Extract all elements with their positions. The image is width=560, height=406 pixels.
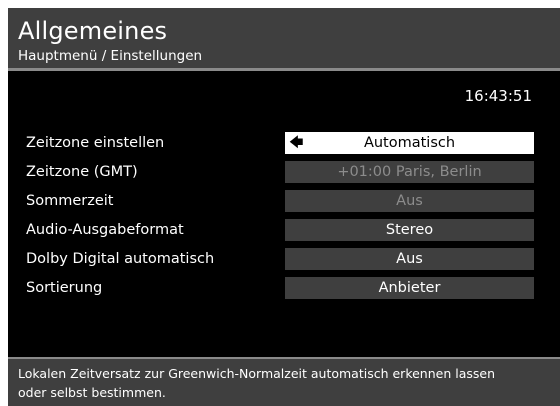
setting-value-text: Automatisch [363,135,456,151]
page-title: Allgemeines [18,17,168,45]
header-bar: Allgemeines Hauptmenü / Einstellungen [8,8,560,68]
setting-label-sortierung: Sortierung [26,280,103,296]
setting-label-sommerzeit: Sommerzeit [26,193,114,209]
setting-value-dolby-digital[interactable]: Aus [285,248,534,270]
setting-label-dolby-digital: Dolby Digital automatisch [26,251,215,267]
help-text: Lokalen Zeitversatz zur Greenwich-Normal… [18,366,496,400]
setting-value-sommerzeit[interactable]: Aus [285,190,534,212]
setting-value-zeitzone-einstellen[interactable]: 🡄 Automatisch [285,132,534,154]
arrow-left-icon: 🡄 [289,135,304,151]
setting-label-zeitzone-gmt: Zeitzone (GMT) [26,164,138,180]
setting-label-zeitzone-einstellen: Zeitzone einstellen [26,135,165,151]
setting-value-audio-ausgabeformat[interactable]: Stereo [285,219,534,241]
setting-value-sortierung[interactable]: Anbieter [285,277,534,299]
setting-value-zeitzone-gmt[interactable]: +01:00 Paris, Berlin [285,161,534,183]
header-divider [8,68,560,71]
settings-screen: Allgemeines Hauptmenü / Einstellungen 16… [8,8,560,406]
breadcrumb: Hauptmenü / Einstellungen [18,48,203,64]
help-bar: Lokalen Zeitversatz zur Greenwich-Normal… [8,359,560,406]
setting-label-audio-ausgabeformat: Audio-Ausgabeformat [26,222,184,238]
clock: 16:43:51 [464,87,532,105]
